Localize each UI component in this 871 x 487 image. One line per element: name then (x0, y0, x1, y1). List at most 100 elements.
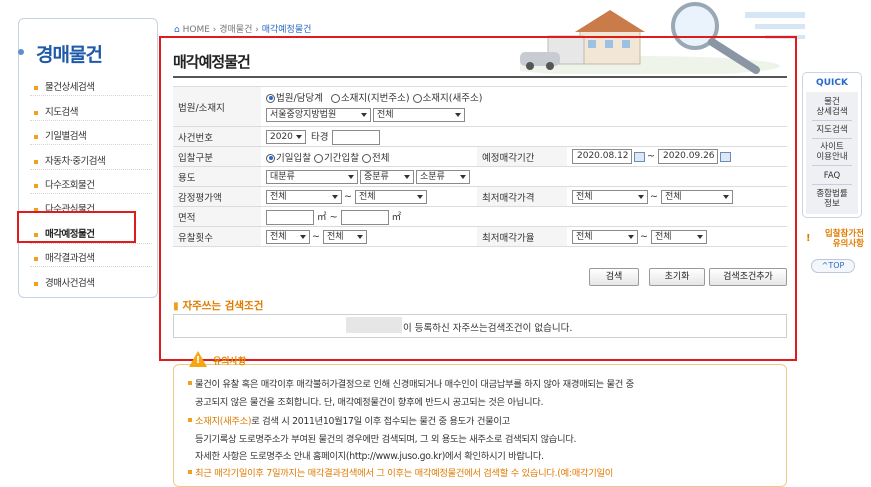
chevron-down-icon (296, 135, 302, 139)
sidebar-item-map-search[interactable]: 지도검색 (34, 104, 78, 118)
sidebar-item-sale-result[interactable]: 매각결과검색 (34, 250, 95, 264)
chevron-down-icon (638, 194, 644, 199)
chevron-down-icon (361, 113, 367, 117)
fail-to-select[interactable]: 전체 (323, 229, 367, 244)
notice-line-text: 로 검색 시 2011년10월17일 이후 접수되는 물건 중 용도가 건물이고 (251, 416, 510, 427)
tilde: ~ (647, 151, 655, 162)
dept-select[interactable]: 전체 (373, 108, 465, 122)
court-select[interactable]: 서울중앙지방법원 (266, 108, 371, 122)
case-type-label: 타경 (311, 131, 329, 143)
tilde: ~ (312, 231, 320, 242)
select-value: 전체 (377, 110, 394, 120)
area-to-input[interactable] (340, 209, 389, 225)
quick-item-detail-search[interactable]: 물건 상세검색 (806, 97, 858, 117)
use-big-select[interactable]: 대분류 (266, 169, 358, 184)
notice-line: 최근 매각기일이후 7일까지는 매각결과검색에서 그 이후는 매각예정물건에서 … (195, 468, 613, 479)
court-radio-lot-address[interactable] (330, 93, 340, 103)
bullet-icon (34, 256, 38, 261)
chevron-down-icon (348, 174, 354, 179)
quick-item-legal-info[interactable]: 종합법률 정보 (806, 189, 858, 209)
calendar-icon[interactable] (720, 151, 731, 162)
use-label: 용도 (173, 166, 261, 187)
appraisal-from-select[interactable]: 전체 (266, 189, 342, 204)
minrate-to-select[interactable]: 전체 (651, 229, 707, 244)
sidebar-title: 경매물건 (36, 44, 103, 66)
bid-notice-link[interactable]: 입찰참가전 유의사항 (806, 229, 864, 249)
chevron-down-icon (404, 174, 410, 179)
sidebar-item-label: 지도검색 (45, 107, 78, 118)
calendar-icon[interactable] (634, 151, 645, 162)
fail-from-select[interactable]: 전체 (266, 229, 310, 244)
case-number-input[interactable] (331, 129, 380, 145)
notice-line[interactable]: 자세한 사항은 도로명주소 안내 홈페이지(http://www.juso.go… (195, 448, 544, 462)
case-label: 사건번호 (173, 126, 261, 147)
divider (30, 266, 152, 267)
page-title: 매각예정물건 (173, 53, 251, 71)
area-from-input[interactable] (266, 209, 314, 225)
bullet-icon (34, 183, 38, 188)
quick-item-map-search[interactable]: 지도검색 (806, 125, 858, 135)
select-value: 전체 (270, 231, 287, 242)
search-button[interactable]: 검색 (589, 268, 639, 286)
breadcrumb-level1[interactable]: 경매물건 (219, 25, 252, 35)
court-radio-court[interactable] (266, 93, 275, 103)
tilde: ~ (650, 191, 658, 202)
use-small-select[interactable]: 소분류 (416, 169, 470, 184)
sidebar-title-bullet-icon (18, 49, 24, 55)
radio-label: 소재지(지번주소) (340, 92, 410, 104)
chevron-down-icon (628, 234, 634, 239)
sidebar-item-date-search[interactable]: 기일별검색 (34, 128, 87, 142)
bid-radio-date[interactable] (266, 153, 275, 163)
bullet-icon (34, 134, 38, 139)
bullet-icon (188, 470, 192, 474)
appraisal-label: 감정평가액 (173, 186, 261, 207)
date-label: 예정매각기간 (477, 146, 567, 167)
case-year-select[interactable]: 2020 (266, 130, 306, 144)
divider (30, 243, 152, 244)
select-value: 2020 (270, 132, 293, 142)
quick-item-faq[interactable]: FAQ (806, 171, 858, 181)
breadcrumb-home[interactable]: HOME (183, 25, 210, 35)
divider (812, 184, 852, 185)
radio-label: 법원/담당계 (276, 92, 323, 104)
reset-button[interactable]: 초기화 (649, 268, 705, 286)
divider (30, 95, 152, 96)
scroll-top-button[interactable]: ^TOP (811, 259, 855, 273)
bid-notice-text: 입찰참가전 유의사항 (824, 229, 864, 249)
date-to-input[interactable]: 2020.09.26 (658, 149, 718, 164)
use-mid-select[interactable]: 중분류 (360, 169, 414, 184)
blurred-username (346, 317, 402, 333)
favorites-message: 이 등록하신 자주쓰는검색조건이 없습니다. (403, 323, 573, 334)
bid-radio-all[interactable] (362, 153, 371, 163)
date-from-input[interactable]: 2020.08.12 (572, 149, 632, 164)
quick-item-site-guide[interactable]: 사이트 이용안내 (806, 142, 858, 162)
sidebar-item-detail-search[interactable]: 물건상세검색 (34, 79, 95, 93)
bid-label: 입찰구분 (173, 146, 261, 167)
select-value: 전체 (270, 191, 287, 202)
minprice-to-select[interactable]: 전체 (661, 189, 733, 204)
sidebar-item-label: 기일별검색 (45, 131, 87, 142)
appraisal-to-select[interactable]: 전체 (355, 189, 427, 204)
sidebar-item-vehicle-search[interactable]: 자동차·중기검색 (34, 153, 106, 167)
bullet-icon (188, 381, 192, 385)
divider (30, 169, 152, 170)
bullet-icon (34, 159, 38, 164)
notice-highlight: 소재지(새주소) (195, 416, 252, 427)
divider (30, 144, 152, 145)
sidebar-item-scheduled-sale[interactable]: 매각예정물건 (34, 226, 95, 240)
minrate-from-select[interactable]: 전체 (572, 229, 638, 244)
minprice-from-select[interactable]: 전체 (572, 189, 648, 204)
home-icon[interactable]: ⌂ (174, 25, 180, 35)
warning-icon-mark: ! (195, 355, 201, 366)
chevron-down-icon (723, 194, 729, 199)
chevron-down-icon (455, 113, 461, 117)
select-value: 전체 (576, 231, 593, 242)
bid-radio-period[interactable] (314, 153, 323, 163)
minrate-label: 최저매각가율 (477, 226, 567, 247)
sidebar-item-most-viewed[interactable]: 다수조회물건 (34, 177, 95, 191)
add-condition-button[interactable]: 검색조건추가 (709, 268, 787, 286)
divider (812, 120, 852, 121)
sidebar-item-case-search[interactable]: 경매사건검색 (34, 275, 95, 289)
sidebar-item-label: 매각예정물건 (45, 229, 95, 240)
court-radio-road-address[interactable] (412, 93, 422, 103)
